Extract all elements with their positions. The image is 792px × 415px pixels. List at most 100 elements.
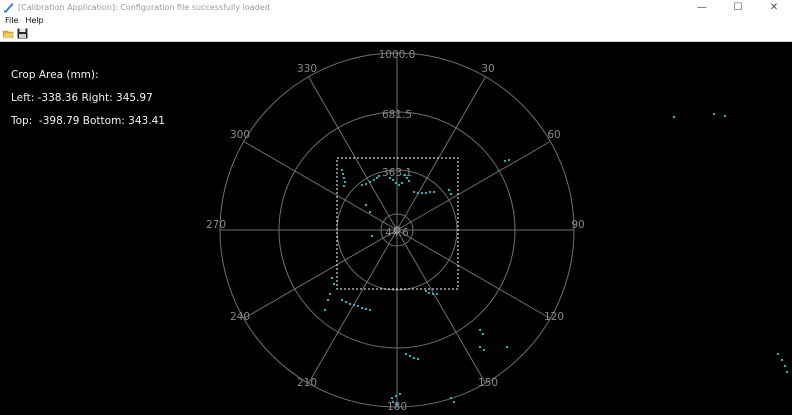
scan-point	[507, 158, 511, 162]
angle-label: 60	[547, 129, 560, 141]
spoke-330	[308, 76, 398, 231]
scan-point	[364, 182, 368, 186]
scan-point	[482, 348, 486, 352]
scan-point	[449, 396, 453, 400]
scan-point	[391, 178, 395, 182]
scan-point	[449, 192, 453, 196]
angle-label: 30	[481, 63, 494, 75]
scan-point	[394, 394, 398, 398]
scan-point	[330, 276, 334, 280]
scan-point	[783, 364, 787, 368]
scan-point	[404, 352, 408, 356]
scan-point	[340, 298, 344, 302]
scan-point	[478, 328, 482, 332]
scan-point	[428, 190, 432, 194]
angle-label: 300	[230, 129, 250, 141]
angle-label: 150	[478, 377, 498, 389]
maximize-button[interactable]: ☐	[720, 0, 756, 14]
spoke-210	[308, 229, 398, 384]
crop-left-right: Left: -338.36 Right: 345.97	[11, 92, 153, 104]
spoke-240	[243, 229, 398, 319]
scan-point	[394, 181, 398, 185]
scan-point	[388, 176, 392, 180]
scan-point	[452, 400, 456, 404]
ring-label: 1000.0	[379, 49, 416, 61]
scan-point	[723, 114, 727, 118]
scan-point	[432, 190, 436, 194]
angle-label: 270	[206, 219, 226, 231]
scan-point	[344, 300, 348, 304]
minimize-button[interactable]: —	[684, 0, 720, 14]
scan-point	[342, 176, 346, 180]
scan-point	[356, 304, 360, 308]
scan-point	[412, 190, 416, 194]
scan-point	[332, 282, 336, 286]
angle-label: 90	[571, 219, 584, 231]
scan-point	[352, 303, 356, 307]
scan-point	[364, 307, 368, 311]
angle-label: 120	[544, 311, 564, 323]
scan-point	[420, 191, 424, 195]
scan-point	[368, 210, 372, 214]
scan-point	[343, 180, 347, 184]
scan-point	[416, 357, 420, 361]
angle-label: 210	[297, 377, 317, 389]
scan-point	[360, 306, 364, 310]
scan-point	[505, 345, 509, 349]
crop-area-info: Crop Area (mm): Left: -338.36 Right: 345…	[11, 64, 165, 133]
scan-point	[377, 174, 381, 178]
scan-point	[323, 308, 327, 312]
scan-point	[368, 180, 372, 184]
crop-area-heading: Crop Area (mm):	[11, 69, 99, 81]
scan-point	[408, 354, 412, 358]
scan-point	[780, 358, 784, 362]
save-icon[interactable]	[17, 28, 28, 39]
ring-label: 44.6	[385, 227, 409, 239]
scan-point	[672, 115, 676, 119]
scan-point	[398, 392, 402, 396]
scan-point	[397, 183, 401, 187]
title-bar: [Calibration Application]: Configuration…	[0, 0, 792, 14]
scan-point	[391, 400, 395, 404]
calibration-app-icon	[3, 1, 15, 13]
close-button[interactable]: ✕	[756, 0, 792, 14]
scan-point	[407, 179, 411, 183]
scan-point	[503, 159, 507, 163]
scan-point	[360, 183, 364, 187]
scan-point	[348, 302, 352, 306]
scan-point	[375, 176, 379, 180]
angle-label: 240	[230, 311, 250, 323]
menu-bar: File Help	[0, 14, 792, 26]
scan-point	[364, 203, 368, 207]
folder-open-icon[interactable]	[3, 28, 14, 39]
crop-top-bottom: Top: -398.79 Bottom: 343.41	[11, 115, 165, 127]
menu-file[interactable]: File	[3, 16, 20, 25]
scan-point	[435, 292, 439, 296]
polar-plot-canvas[interactable]: 1000.0 681.5 363.1 44.6 330 30 300 60 270 90 240 12…	[0, 42, 792, 415]
scan-point	[785, 370, 789, 374]
scan-point	[328, 292, 332, 296]
spoke-120	[396, 229, 551, 319]
scan-point	[478, 345, 482, 349]
scan-point	[405, 176, 409, 180]
scan-point	[340, 168, 344, 172]
spoke-300	[243, 141, 398, 231]
scan-point	[424, 289, 428, 293]
scan-point	[712, 112, 716, 116]
scan-point	[403, 173, 407, 177]
scan-point	[427, 291, 431, 295]
angle-label: 180	[387, 401, 407, 413]
scan-point	[424, 191, 428, 195]
scan-point	[372, 178, 376, 182]
scan-point	[400, 181, 404, 185]
menu-help[interactable]: Help	[23, 16, 45, 25]
scan-point	[370, 234, 374, 238]
scan-point	[395, 402, 399, 406]
scan-point	[341, 172, 345, 176]
scan-point	[326, 298, 330, 302]
scan-point	[412, 356, 416, 360]
scan-point	[447, 188, 451, 192]
polar-labels: 1000.0681.5363.144.6330 30300 60270 90240 12…	[206, 49, 585, 413]
scan-point	[368, 308, 372, 312]
scan-point	[431, 292, 435, 296]
